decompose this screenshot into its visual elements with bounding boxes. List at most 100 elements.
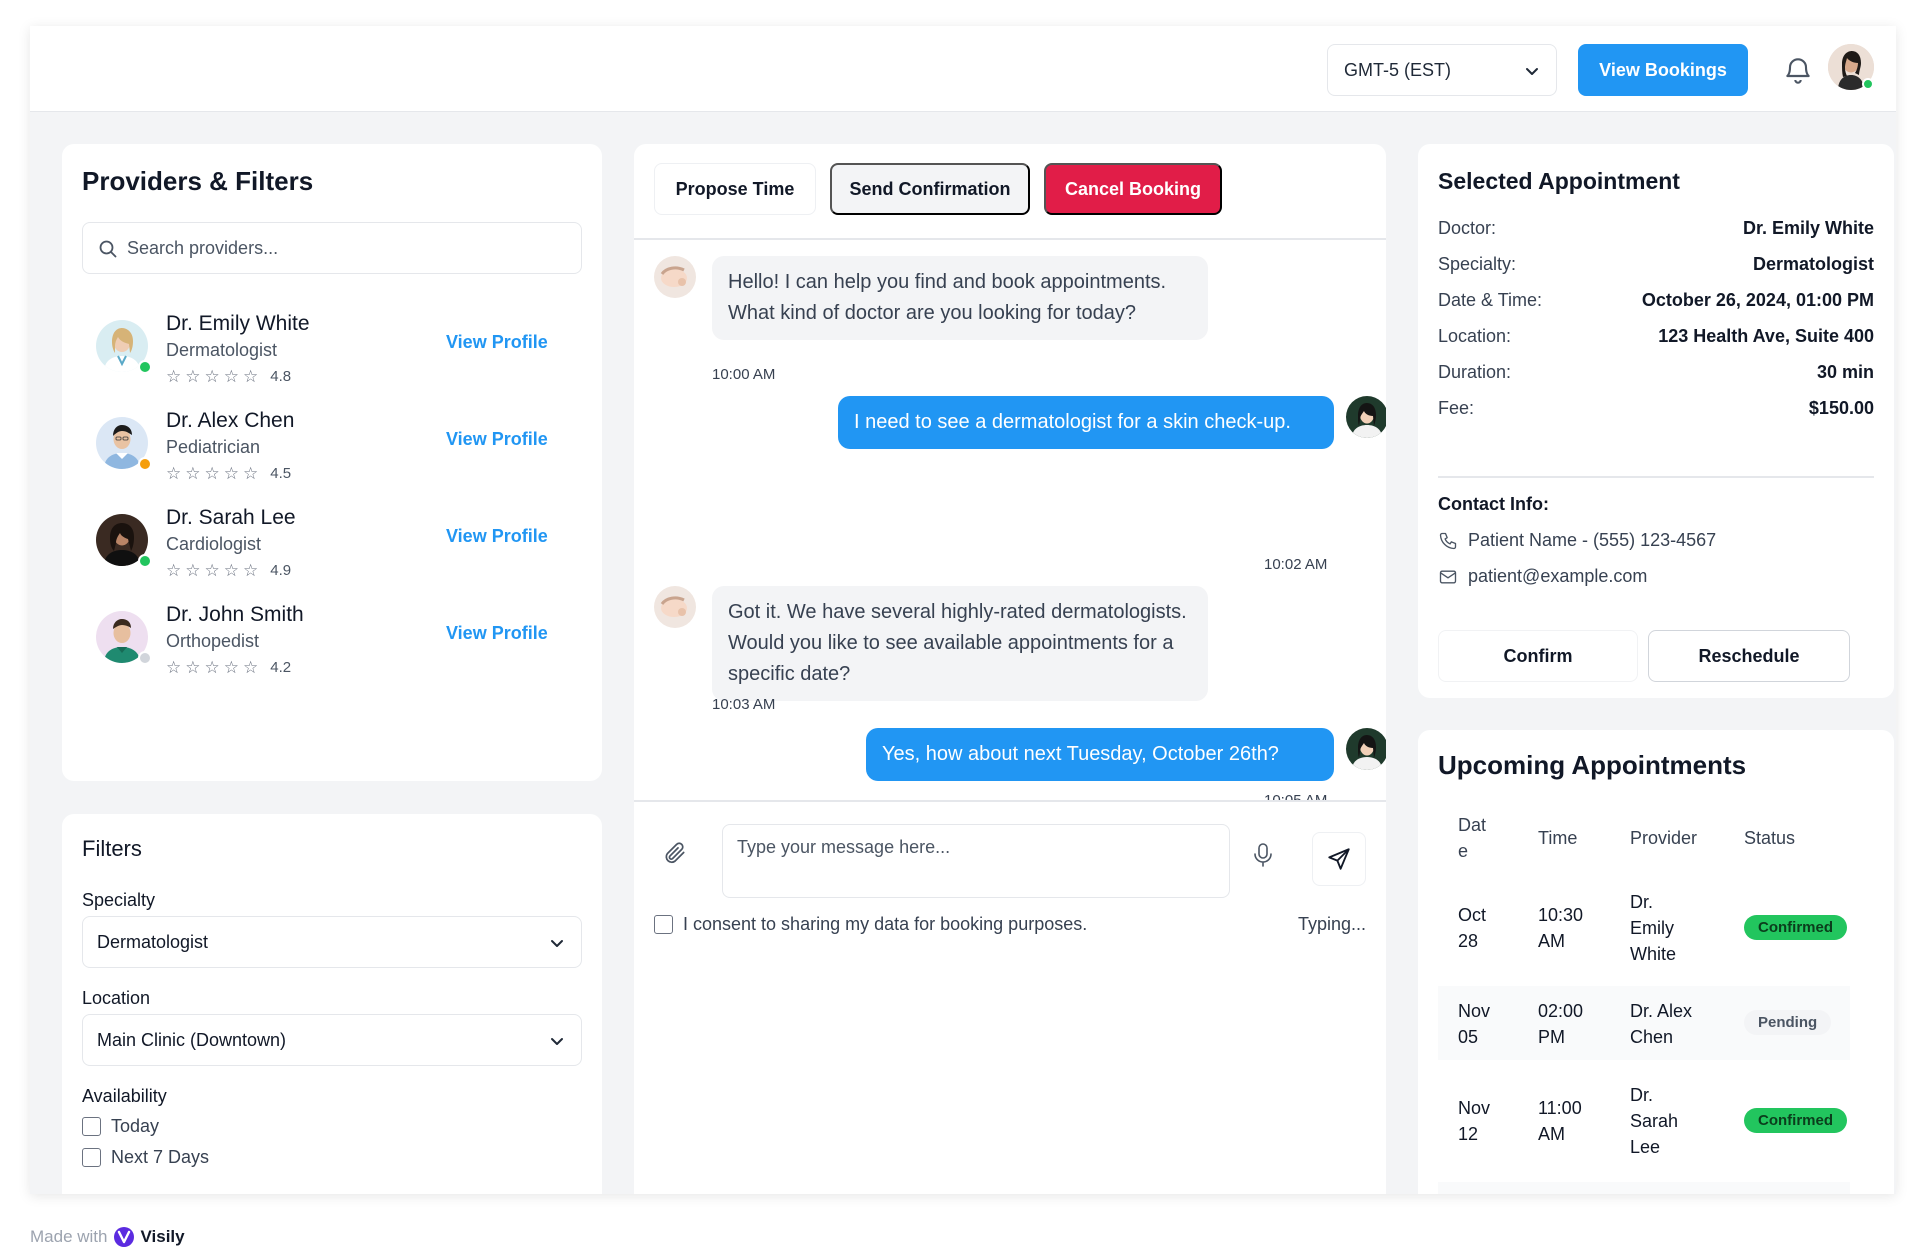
star-icon: ☆: [185, 367, 201, 386]
message-time: 10:03 AM: [712, 696, 776, 713]
availability-option-label: Next 7 Days: [111, 1147, 210, 1167]
provider-specialty: Dermatologist: [166, 340, 278, 360]
paperclip-icon[interactable]: [662, 840, 688, 866]
send-button[interactable]: [1312, 832, 1366, 886]
checkbox[interactable]: [82, 1117, 101, 1136]
checkbox[interactable]: [82, 1148, 101, 1167]
detail-value: 30 min: [1816, 362, 1874, 382]
visily-logo: Visily: [113, 1226, 185, 1248]
provider-rating: ☆ ☆ ☆ ☆ ☆ 4.2: [166, 659, 291, 676]
detail-value: Dermatologist: [1752, 254, 1874, 274]
view-profile-link[interactable]: View Profile: [446, 332, 548, 353]
provider-item: Dr. Emily White Dermatologist ☆ ☆ ☆ ☆ ☆ 4.8 …: [82, 298, 582, 398]
provider-status-dot: [138, 651, 152, 665]
header-text: e: [1458, 841, 1469, 861]
chat-actions-bar: Propose Time Send Confirmation Cancel Bo…: [634, 144, 1386, 240]
provider-specialty: Cardiologist: [166, 534, 262, 554]
row-provider: Dr. Sarah Lee: [1630, 1085, 1679, 1157]
providers-card: Providers & Filters Search providers... …: [62, 144, 602, 781]
row-provider: Dr. Alex Chen: [1630, 1001, 1693, 1047]
provider-rating: ☆ ☆ ☆ ☆ ☆ 4.5: [166, 465, 291, 482]
provider-status-dot: [138, 360, 152, 374]
contact-label: Contact Info:: [1438, 494, 1549, 515]
online-status-dot: [1862, 78, 1874, 90]
made-with-badge[interactable]: Made with Visily: [30, 1226, 185, 1248]
divider: [1438, 476, 1874, 478]
user-chat-avatar: [1346, 396, 1386, 438]
star-icon: ☆: [204, 367, 220, 386]
bot-avatar: [654, 256, 696, 298]
provider-name: Dr. John Smith: [166, 603, 304, 626]
chat-panel: Propose Time Send Confirmation Cancel Bo…: [634, 144, 1386, 1194]
row-time: 11:00 AM: [1538, 1098, 1582, 1144]
search-icon: [99, 240, 117, 258]
row-provider: Dr. Emily White: [1630, 892, 1677, 964]
star-icon: ☆: [166, 367, 182, 386]
rating-value: 4.2: [270, 659, 292, 676]
location-select[interactable]: Main Clinic (Downtown): [82, 1014, 582, 1066]
provider-status-dot: [138, 457, 152, 471]
rating-value: 4.8: [270, 368, 292, 385]
message-list[interactable]: Hello! I can help you find and book appo…: [634, 240, 1386, 800]
provider-specialty: Orthopedist: [166, 631, 260, 651]
detail-label: Duration:: [1438, 362, 1512, 382]
location-label: Location: [82, 988, 151, 1008]
contact-email: patient@example.com: [1438, 566, 1647, 587]
view-bookings-button[interactable]: View Bookings: [1578, 44, 1748, 96]
detail-row-fee: Fee: $150.00: [1438, 398, 1874, 419]
star-icon: ☆: [185, 464, 201, 483]
view-profile-link[interactable]: View Profile: [446, 429, 548, 450]
detail-row-doctor: Doctor: Dr. Emily White: [1438, 218, 1874, 239]
table-row[interactable]: Nov 12 11:00 AM Dr. Sarah Lee Confirmed: [1438, 1070, 1850, 1172]
detail-value: Dr. Emily White: [1742, 218, 1874, 238]
filters-card: Filters Specialty Dermatologist Location…: [62, 814, 602, 1194]
consent-checkbox[interactable]: [654, 915, 673, 934]
email-text: patient@example.com: [1468, 566, 1648, 586]
selected-appointment-card: Selected Appointment Doctor: Dr. Emily Wh…: [1418, 144, 1894, 698]
message-time: 10:00 AM: [712, 366, 776, 383]
specialty-select[interactable]: Dermatologist: [82, 916, 582, 968]
chevron-down-icon: [1526, 68, 1538, 75]
provider-item: Dr. Sarah Lee Cardiologist ☆ ☆ ☆ ☆ ☆ 4.9 Vie…: [82, 492, 582, 592]
send-confirmation-button[interactable]: Send Confirmation: [830, 163, 1030, 215]
rating-value: 4.5: [270, 465, 292, 482]
detail-row-duration: Duration: 30 min: [1438, 362, 1874, 383]
contact-heading: Contact Info:: [1438, 494, 1549, 514]
microphone-icon[interactable]: [1252, 842, 1274, 868]
filters-title: Filters: [82, 836, 142, 861]
provider-name: Dr. Emily White: [166, 312, 310, 335]
message-input[interactable]: Type your message here...: [722, 824, 1230, 898]
upcoming-appointments-card: Upcoming Appointments Dat e Time Provide…: [1418, 730, 1894, 1194]
star-icon: ☆: [166, 464, 182, 483]
table-row: [1438, 1182, 1850, 1194]
availability-today[interactable]: Today: [82, 1116, 159, 1137]
bot-avatar: [654, 586, 696, 628]
reschedule-button[interactable]: Reschedule: [1648, 630, 1850, 682]
location-value: Main Clinic (Downtown): [97, 1029, 287, 1050]
consent-checkbox-row[interactable]: I consent to sharing my data for booking…: [654, 914, 1087, 935]
view-profile-link[interactable]: View Profile: [446, 526, 548, 547]
star-icon: ☆: [243, 367, 259, 386]
table-row[interactable]: Nov 05 02:00 PM Dr. Alex Chen Pending: [1438, 986, 1850, 1060]
provider-item: Dr. Alex Chen Pediatrician ☆ ☆ ☆ ☆ ☆ 4.5 Vie…: [82, 395, 582, 495]
column-header-provider: Provider: [1630, 828, 1698, 848]
view-profile-link[interactable]: View Profile: [446, 623, 548, 644]
row-date: Oct 28: [1458, 905, 1487, 951]
cancel-booking-button[interactable]: Cancel Booking: [1044, 163, 1222, 215]
timezone-select[interactable]: GMT-5 (EST): [1327, 44, 1557, 96]
bot-message: Hello! I can help you find and book appo…: [712, 256, 1208, 340]
contact-phone: Patient Name - (555) 123-4567: [1438, 530, 1716, 551]
chevron-down-icon: [551, 1038, 563, 1045]
bot-message: Got it. We have several highly-rated der…: [712, 586, 1208, 701]
propose-time-button[interactable]: Propose Time: [654, 163, 816, 215]
table-row[interactable]: Oct 28 10:30 AM Dr. Emily White Confirmed: [1438, 878, 1850, 978]
search-input[interactable]: Search providers...: [82, 222, 582, 274]
detail-value: 123 Health Ave, Suite 400: [1658, 326, 1874, 346]
confirm-button[interactable]: Confirm: [1438, 630, 1638, 682]
availability-next-7-days[interactable]: Next 7 Days: [82, 1147, 209, 1168]
detail-label: Date & Time:: [1438, 290, 1543, 310]
provider-rating: ☆ ☆ ☆ ☆ ☆ 4.8: [166, 368, 291, 385]
bell-icon[interactable]: [1782, 54, 1814, 86]
star-icon: ☆: [223, 658, 239, 677]
provider-rating: ☆ ☆ ☆ ☆ ☆ 4.9: [166, 562, 291, 579]
